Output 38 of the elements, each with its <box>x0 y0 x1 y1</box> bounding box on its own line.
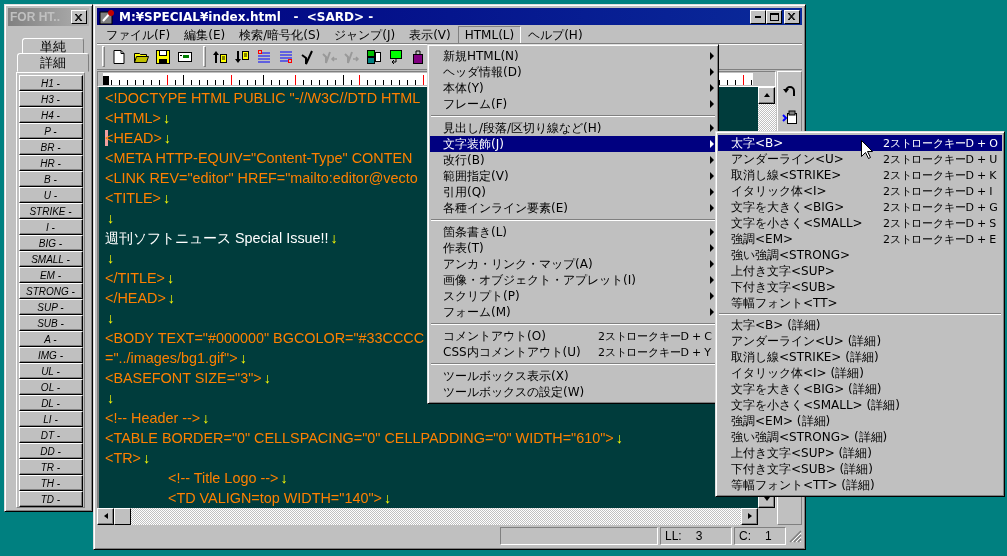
code-line: <BODY TEXT="#000000" BGCOLOR="#33CCCC <box>105 328 425 348</box>
code-line: <TABLE BORDER="0" CELLSPACING="0" CELLPADDING="0" WIDTH="610"> <box>105 428 614 448</box>
code-line: <META HTTP-EQUIV="Content-Type" CONTEN <box>105 148 413 168</box>
code-line: <TITLE> <box>105 188 161 208</box>
code-line: <TD VALIGN=top WIDTH="140"> <box>168 488 382 508</box>
code-line: <!DOCTYPE HTML PUBLIC "-//W3C//DTD HTML <box>105 88 421 108</box>
line-number: 3 <box>695 528 703 543</box>
line-end-mark: ↓ <box>239 348 247 368</box>
line-end-mark: ↓ <box>167 268 175 288</box>
line-end-mark: ↓ <box>163 188 171 208</box>
line-end-mark: ↓ <box>163 108 171 128</box>
code-line: <TR> <box>105 448 141 468</box>
line-end-mark: ↓ <box>383 488 392 508</box>
code-line: 週刊ソフトニュース Special Issue!! <box>105 228 329 248</box>
line-end-mark: ↓ <box>202 408 210 428</box>
column-label: C: <box>739 528 751 543</box>
line-label: LL: <box>665 528 682 543</box>
code-line: </TITLE> <box>105 268 165 288</box>
code-line: ="../images/bg1.gif"> <box>105 348 238 368</box>
line-end-mark: ↓ <box>163 128 171 148</box>
column-number: 1 <box>765 528 772 543</box>
code-line: <HTML> <box>105 108 161 128</box>
line-end-mark: ↓ <box>107 388 115 408</box>
code-line: <!-- Title Logo --> <box>168 468 279 488</box>
code-line: <LINK REV="editor" HREF="mailto:editor@vecto <box>105 168 418 188</box>
line-end-mark: ↓ <box>263 368 271 388</box>
line-end-mark: ↓ <box>280 468 288 488</box>
line-end-mark: ↓ <box>143 448 151 468</box>
line-end-mark: ↓ <box>330 228 338 248</box>
line-end-mark: ↓ <box>107 308 115 328</box>
code-line: <BASEFONT SIZE="3"> <box>105 368 262 388</box>
code-line: <!-- Header --> <box>105 408 201 428</box>
line-end-mark: ↓ <box>615 428 623 448</box>
line-end-mark: ↓ <box>167 288 175 308</box>
line-end-mark: ↓ <box>107 208 115 228</box>
code-line: </HEAD> <box>105 288 166 308</box>
window-title: M:¥SPECIAL¥index.html - <SARD> - <box>119 9 375 24</box>
line-end-mark: ↓ <box>107 248 115 268</box>
